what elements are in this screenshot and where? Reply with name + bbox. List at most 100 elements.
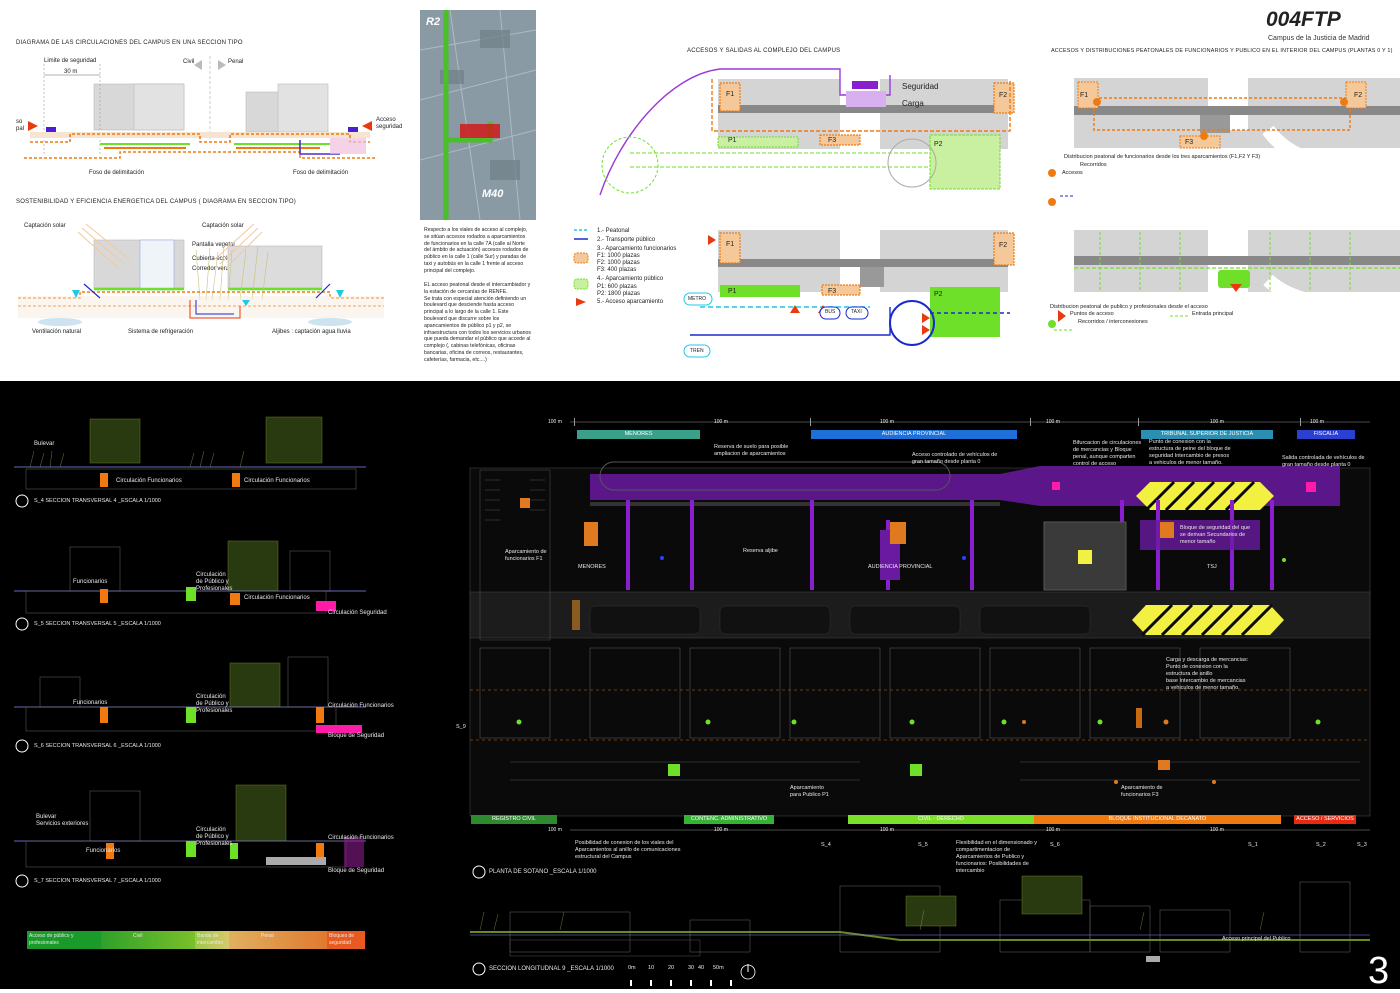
dim-100m-b5: 100 m <box>1210 827 1224 833</box>
access-diagram-title: ACCESOS Y SALIDAS AL COMPLEJO DEL CAMPUS <box>687 48 841 54</box>
dim-100m-b4: 100 m <box>1046 827 1060 833</box>
label-public-parking-p1: Aparcamiento para Publico P1 <box>790 785 829 798</box>
zone-scale-civil: Civil <box>101 931 195 949</box>
dim-100m-2: 100 m <box>714 419 728 425</box>
label-main-public-access: Acceso principal del Publico <box>1222 936 1291 942</box>
metro-label: METRO <box>688 296 707 302</box>
tren-label: TREN <box>690 348 704 354</box>
s4-staff-circ-1: Circulación Funcionarios <box>116 478 182 484</box>
scalebar-50: 50m <box>713 965 724 971</box>
s4-boulevard-label: Bulevar <box>34 441 55 447</box>
note-cargo: Carga y descarga de mercancias: Punto de… <box>1166 657 1249 691</box>
label-s9: S_9 <box>456 724 466 730</box>
project-subtitle: Campus de la Justicia de Madrid <box>1268 35 1370 42</box>
zone-scale-exchange: Banda de intercambio <box>195 931 229 949</box>
f3-label-2: F3 <box>828 288 837 295</box>
s6-title: S_6 SECCION TRANSVERSAL 6 _ESCALA 1/1000 <box>34 743 161 749</box>
project-code: 004FTP <box>1266 8 1341 31</box>
s7-staff-circ: Circulación Funcionarios <box>328 835 394 841</box>
bar-civil-derecho: CIVIL - DERECHO <box>848 815 1034 824</box>
staff-distribution-label: Distribucion peatonal de funcionarios de… <box>1064 154 1261 160</box>
access-points-label: Puntos de acceso <box>1070 311 1114 317</box>
dim-100m-b1: 100 m <box>548 827 562 833</box>
f3-label: F3 <box>828 137 837 144</box>
note-parking-reserve: Reserva de suelo para posible ampliacion… <box>714 444 789 457</box>
legend-public-parking: 4.- Aparcamiento público <box>597 276 664 282</box>
s6-staff-circ: Circulación Funcionarios <box>328 703 394 709</box>
s5-public-circ: Circulación de Público y Profesionales <box>196 572 233 592</box>
dim-100m-3: 100 m <box>880 419 894 425</box>
legend-pedestrian: 1.- Peatonal <box>597 228 630 234</box>
zone-scale-public: Acceso de público y profesionales <box>27 931 101 949</box>
f2-label: F2 <box>999 92 1008 99</box>
s7-public-circ: Circulación de Público y Profesionales <box>196 827 233 847</box>
zone-scale: Acceso de público y profesionales Civil … <box>27 931 365 949</box>
label-staff-parking-f3: Aparcamiento de funcionarios F3 <box>1121 785 1163 798</box>
s5-title: S_5 SECCION TRANSVERSAL 5 _ESCALA 1/1000 <box>34 621 161 627</box>
accesses-label: Accesos <box>1062 170 1083 176</box>
bar-menores: MENORES <box>577 430 700 439</box>
pedestrian-title: ACCESOS Y DISTRIBUCIONES PEATONALES DE F… <box>1051 48 1393 54</box>
aerial-photo <box>420 10 536 220</box>
note-security-block: Bloque de seguridad del que se derivan S… <box>1180 525 1251 545</box>
dim-100m-6: 100 m <box>1310 419 1324 425</box>
bar-contencioso: CONTENC. ADMINISTRATIVO <box>684 815 774 824</box>
s6-public-circ: Circulación de Público y Profesionales <box>196 694 233 714</box>
s7-security-block: Bloque de Seguridad <box>328 868 385 874</box>
s5-staff-circ: Circulación Funcionarios <box>244 595 310 601</box>
zone-scale-security: Bloques de seguridad <box>327 931 365 949</box>
p1-label: P1 <box>728 137 737 144</box>
ped-f3-label: F3 <box>1185 139 1194 146</box>
section-mark-s2: S_2 <box>1316 842 1326 848</box>
bus-label: BUS <box>825 309 836 315</box>
scalebar-10: 10 <box>648 965 655 971</box>
s7-staff-label: Funcionarios <box>86 848 121 854</box>
bar-decanato: BLOQUE INSTITUCIONAL DECANATO <box>1034 815 1281 824</box>
scalebar-40: 40 <box>698 965 705 971</box>
long-section-title: SECCION LONGITUDNAL 9 _ESCALA 1/1000 <box>489 966 614 972</box>
legend-swatches <box>573 229 589 306</box>
legend-p2: P2: 1800 plazas <box>597 291 641 297</box>
f2-label-2: F2 <box>999 242 1008 249</box>
r2-label: R2 <box>426 16 441 28</box>
interconnections-label: Recorridos / interconexiones <box>1078 319 1148 325</box>
p1-label-2: P1 <box>728 288 737 295</box>
s7-boulevard-label: Bulevar Servicios exteriores <box>36 814 89 827</box>
label-reserve-cistern: Reserva aljibe <box>743 548 778 554</box>
section-mark-s5: S_5 <box>918 842 928 848</box>
ped-f1-label: F1 <box>1080 92 1089 99</box>
label-tsj: TSJ <box>1207 564 1217 570</box>
bar-acceso-servicios: ACCESO / SERVICIOS <box>1294 815 1356 824</box>
label-menores: MENORES <box>578 564 606 570</box>
plan-title: PLANTA DE SOTANO _ESCALA 1/1000 <box>489 869 597 875</box>
dim-100m-b3: 100 m <box>880 827 894 833</box>
page-number: 3 <box>1368 950 1390 992</box>
basement-plan <box>469 418 1371 986</box>
s6-security-block: Bloque de Seguridad <box>328 733 385 739</box>
label-audiencia: AUDIENCIA PROVINCIAL <box>868 564 933 570</box>
f1-label: F1 <box>726 91 735 98</box>
legend-f1: F1: 1000 plazas <box>597 253 640 259</box>
ped-f2-label: F2 <box>1354 92 1363 99</box>
legend-staff-parking: 3.- Aparcamiento funcionarios <box>597 246 677 252</box>
access-diagram <box>599 68 1015 358</box>
security-label: Seguridad <box>902 82 939 91</box>
section-mark-s1: S_1 <box>1248 842 1258 848</box>
p2-label: P2 <box>934 141 943 148</box>
cargo-label: Carga <box>902 99 924 108</box>
bar-fiscalia: FISCALIA <box>1297 430 1355 439</box>
f1-label-2: F1 <box>726 241 735 248</box>
bar-tsj: TRIBUNAL SUPERIOR DE JUSTICIA <box>1141 430 1273 439</box>
s4-title: S_4 SECCION TRANSVERSAL 4 _ESCALA 1/1000 <box>34 498 161 504</box>
s4-staff-circ-2: Circulación Funcionarios <box>244 478 310 484</box>
transversal-sections <box>14 416 366 888</box>
legend-parking-access: 5.- Acceso aparcamiento <box>597 299 664 305</box>
taxi-label: TAXI <box>851 309 862 315</box>
scalebar-30: 30 <box>688 965 695 971</box>
s7-title: S_7 SECCION TRANSVERSAL 7 _ESCALA 1/1000 <box>34 878 161 884</box>
legend-public-transport: 2.- Transporte público <box>597 237 656 243</box>
s5-staff-label: Funcionarios <box>73 579 108 585</box>
routes-label: Recorridos <box>1080 162 1107 168</box>
s5-security-circ: Circulación Seguridad <box>328 610 387 616</box>
s6-staff-label: Funcionarios <box>73 700 108 706</box>
